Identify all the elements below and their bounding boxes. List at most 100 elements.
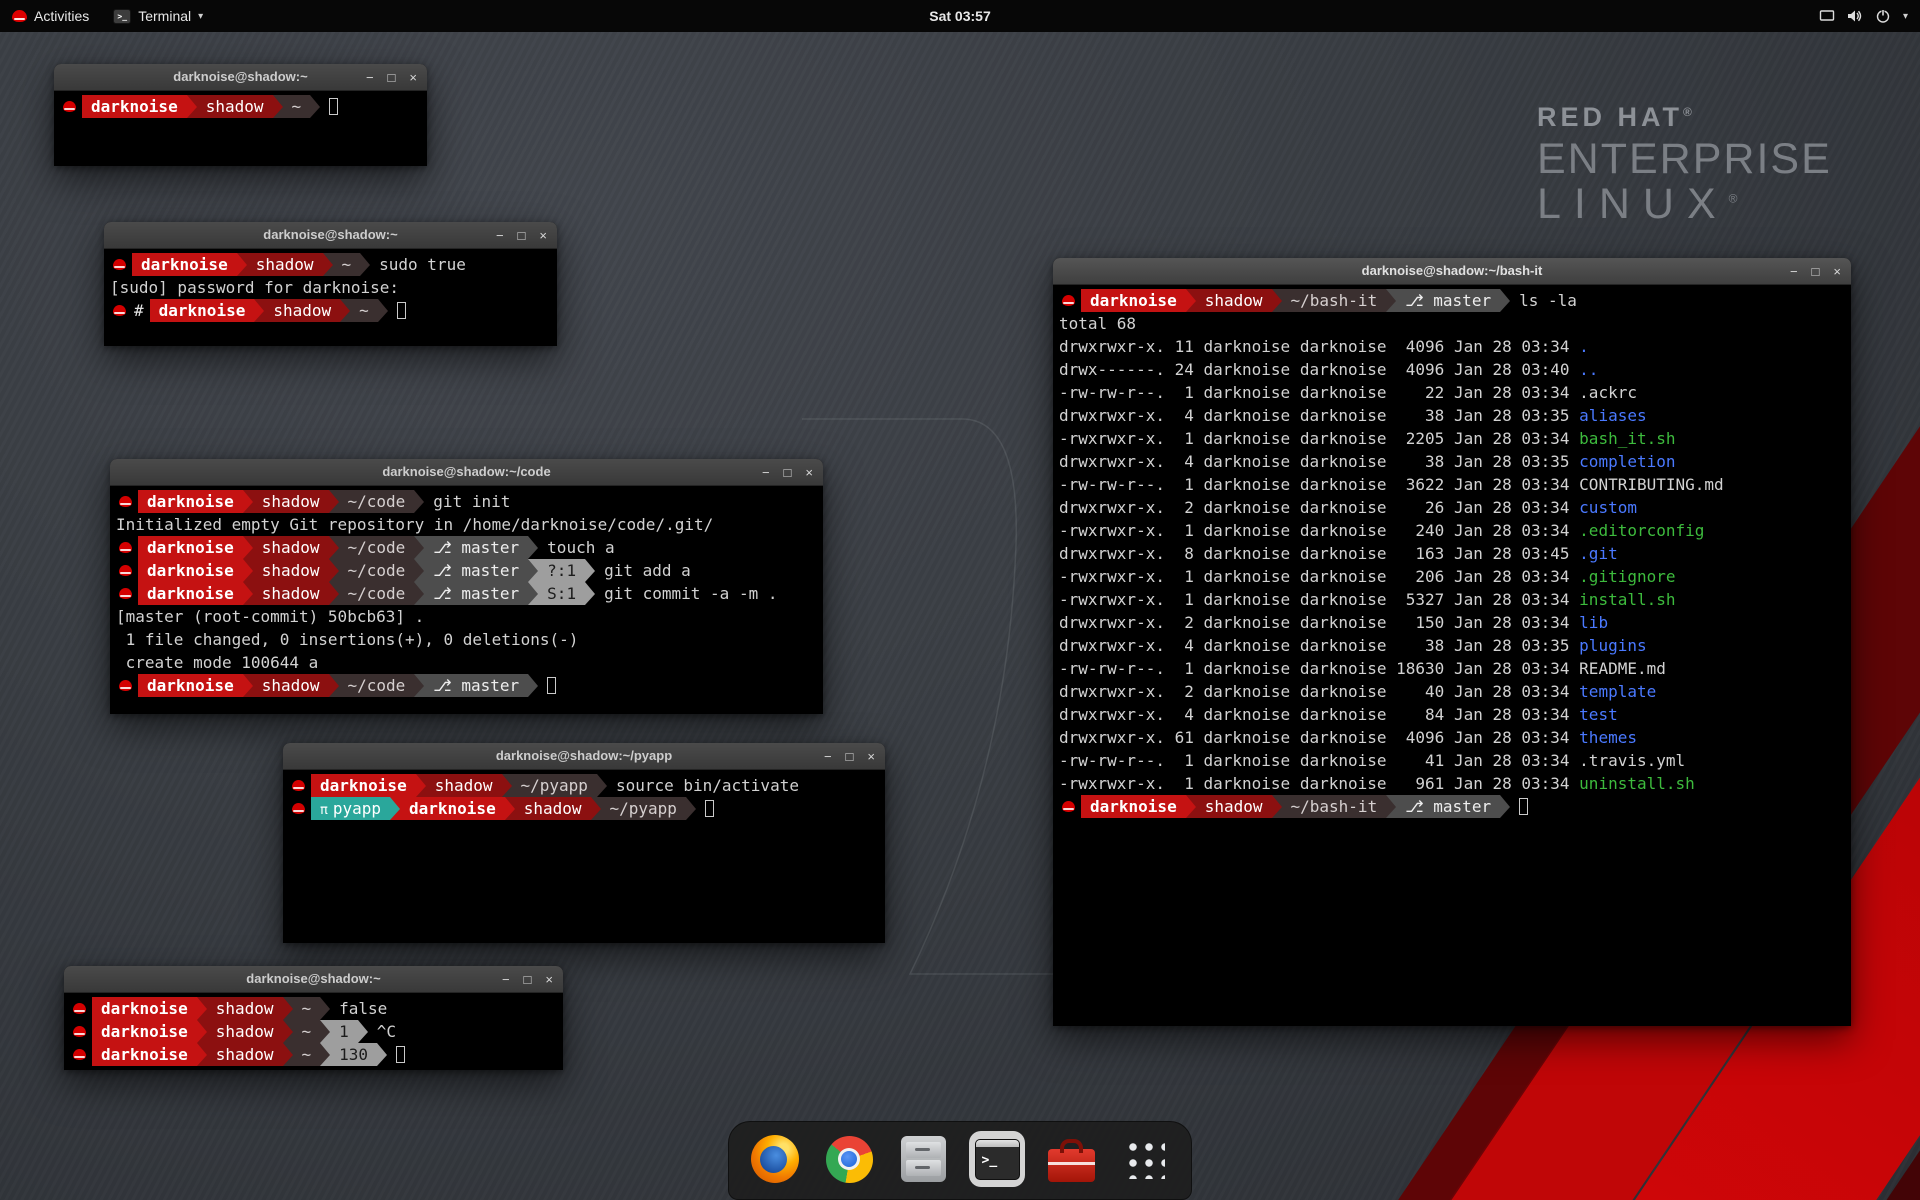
powerline-arrow — [197, 1020, 207, 1043]
file-meta: -rw-rw-r--. 1 darknoise darknoise 41 Jan… — [1059, 749, 1579, 772]
maximize-button[interactable]: □ — [784, 466, 792, 479]
app-menu-terminal[interactable]: >_ Terminal ▾ — [101, 0, 215, 32]
redhat-prompt-icon — [73, 1003, 86, 1014]
minimize-button[interactable]: − — [496, 229, 504, 242]
terminal-line: -rwxrwxr-x. 1 darknoise darknoise 961 Ja… — [1059, 772, 1845, 795]
dock-terminal-icon[interactable]: >_ — [969, 1131, 1025, 1187]
prompt-segment-git: ⎇ master — [424, 559, 528, 582]
powerline-arrow — [378, 299, 388, 322]
titlebar[interactable]: darknoise@shadow:~ − □ × — [54, 64, 427, 91]
terminal-line: drwxrwxr-x. 61 darknoise darknoise 4096 … — [1059, 726, 1845, 749]
titlebar[interactable]: darknoise@shadow:~/bash-it − □ × — [1053, 258, 1851, 285]
maximize-button[interactable]: □ — [1812, 265, 1820, 278]
minimize-button[interactable]: − — [824, 750, 832, 763]
prompt-segment-path: ~ — [293, 1043, 321, 1066]
file-meta: drwxrwxr-x. 2 darknoise darknoise 150 Ja… — [1059, 611, 1579, 634]
display-icon — [1819, 8, 1835, 24]
prompt-segment-host: shadow — [264, 299, 340, 322]
terminal-content[interactable]: darknoiseshadow~falsedarknoiseshadow~1^C… — [64, 993, 563, 1070]
powerline-arrow — [283, 997, 293, 1020]
typed-command: git commit -a -m . — [595, 582, 777, 605]
powerline-arrow — [320, 1043, 330, 1066]
powerline-arrow — [414, 536, 424, 559]
git-branch-icon: ⎇ — [1405, 291, 1433, 310]
prompt-segment-host: shadow — [207, 1043, 283, 1066]
file-name: themes — [1579, 726, 1637, 749]
activities-label: Activities — [34, 8, 89, 24]
powerline-arrow — [528, 582, 538, 605]
terminal-content[interactable]: darknoiseshadow~/pyappsource bin/activat… — [283, 770, 885, 943]
powerline-arrow — [1500, 795, 1510, 818]
power-icon — [1875, 8, 1891, 24]
close-button[interactable]: × — [545, 973, 553, 986]
powerline-arrow — [273, 95, 283, 118]
maximize-button[interactable]: □ — [518, 229, 526, 242]
maximize-button[interactable]: □ — [524, 973, 532, 986]
prompt-segment-path: ~/code — [339, 674, 415, 697]
file-meta: drwx------. 24 darknoise darknoise 4096 … — [1059, 358, 1579, 381]
close-button[interactable]: × — [867, 750, 875, 763]
dock: >_ — [728, 1121, 1192, 1200]
powerline-arrow — [237, 253, 247, 276]
powerline-arrow — [254, 299, 264, 322]
powerline-arrow — [243, 490, 253, 513]
terminal-content[interactable]: darknoiseshadow~/codegit initInitialized… — [110, 486, 823, 714]
prompt-segment-user: darknoise — [400, 797, 505, 820]
titlebar[interactable]: darknoise@shadow:~/code − □ × — [110, 459, 823, 486]
terminal-line: -rwxrwxr-x. 1 darknoise darknoise 206 Ja… — [1059, 565, 1845, 588]
terminal-content[interactable]: darknoiseshadow~ — [54, 91, 427, 166]
dock-chrome-icon[interactable] — [821, 1131, 877, 1187]
prompt-segment-host: shadow — [197, 95, 273, 118]
dock-toolbox-icon[interactable] — [1043, 1131, 1099, 1187]
dock-appgrid-icon[interactable] — [1117, 1131, 1173, 1187]
powerline-arrow — [243, 582, 253, 605]
minimize-button[interactable]: − — [762, 466, 770, 479]
titlebar[interactable]: darknoise@shadow:~ − □ × — [64, 966, 563, 993]
file-name: .ackrc — [1579, 381, 1637, 404]
redhat-prompt-icon — [119, 680, 132, 691]
file-meta: drwxrwxr-x. 4 darknoise darknoise 38 Jan… — [1059, 450, 1579, 473]
prompt-segment-stat: 1 — [330, 1020, 358, 1043]
prompt-segment-path: ~ — [293, 1020, 321, 1043]
dock-firefox-icon[interactable] — [747, 1131, 803, 1187]
close-button[interactable]: × — [539, 229, 547, 242]
terminal-line: drwxrwxr-x. 4 darknoise darknoise 38 Jan… — [1059, 634, 1845, 657]
terminal-app-icon: >_ — [113, 9, 131, 24]
titlebar[interactable]: darknoise@shadow:~/pyapp − □ × — [283, 743, 885, 770]
minimize-button[interactable]: − — [502, 973, 510, 986]
system-status-area[interactable]: ▾ — [1809, 0, 1918, 32]
close-button[interactable]: × — [409, 71, 417, 84]
desktop-screen: RED HAT® ENTERPRISE LINUX® Activities >_… — [0, 0, 1920, 1200]
minimize-button[interactable]: − — [366, 71, 374, 84]
prompt-segment-user: darknoise — [138, 490, 243, 513]
clock[interactable]: Sat 03:57 — [929, 8, 990, 24]
prompt-segment-path: ~/bash-it — [1282, 795, 1387, 818]
maximize-button[interactable]: □ — [846, 750, 854, 763]
brand-linux: LINUX® — [1537, 180, 1832, 229]
powerline-arrow — [414, 490, 424, 513]
prompt-segment-path: ~/code — [339, 536, 415, 559]
close-button[interactable]: × — [805, 466, 813, 479]
close-button[interactable]: × — [1833, 265, 1841, 278]
terminal-output: total 68 — [1059, 312, 1136, 335]
terminal-line: 1 file changed, 0 insertions(+), 0 delet… — [116, 628, 817, 651]
terminal-cursor — [397, 302, 406, 319]
prompt-segment-host: shadow — [1196, 795, 1272, 818]
terminal-line: [sudo] password for darknoise: — [110, 276, 551, 299]
dock-files-icon[interactable] — [895, 1131, 951, 1187]
minimize-button[interactable]: − — [1790, 265, 1798, 278]
terminal-line: -rw-rw-r--. 1 darknoise darknoise 22 Jan… — [1059, 381, 1845, 404]
registered-mark: ® — [1683, 105, 1696, 119]
maximize-button[interactable]: □ — [388, 71, 396, 84]
terminal-line: drwxrwxr-x. 2 darknoise darknoise 40 Jan… — [1059, 680, 1845, 703]
prompt-segment-path: ~/code — [339, 559, 415, 582]
powerline-arrow — [320, 1020, 330, 1043]
terminal-line: -rw-rw-r--. 1 darknoise darknoise 41 Jan… — [1059, 749, 1845, 772]
terminal-line: -rwxrwxr-x. 1 darknoise darknoise 240 Ja… — [1059, 519, 1845, 542]
terminal-content[interactable]: darknoiseshadow~sudo true[sudo] password… — [104, 249, 557, 346]
terminal-line: darknoiseshadow~/pyappsource bin/activat… — [289, 774, 879, 797]
titlebar[interactable]: darknoise@shadow:~ − □ × — [104, 222, 557, 249]
activities-button[interactable]: Activities — [0, 0, 101, 32]
prompt-segment-host: shadow — [253, 536, 329, 559]
terminal-content[interactable]: darknoiseshadow~/bash-it⎇ masterls -lato… — [1053, 285, 1851, 1026]
